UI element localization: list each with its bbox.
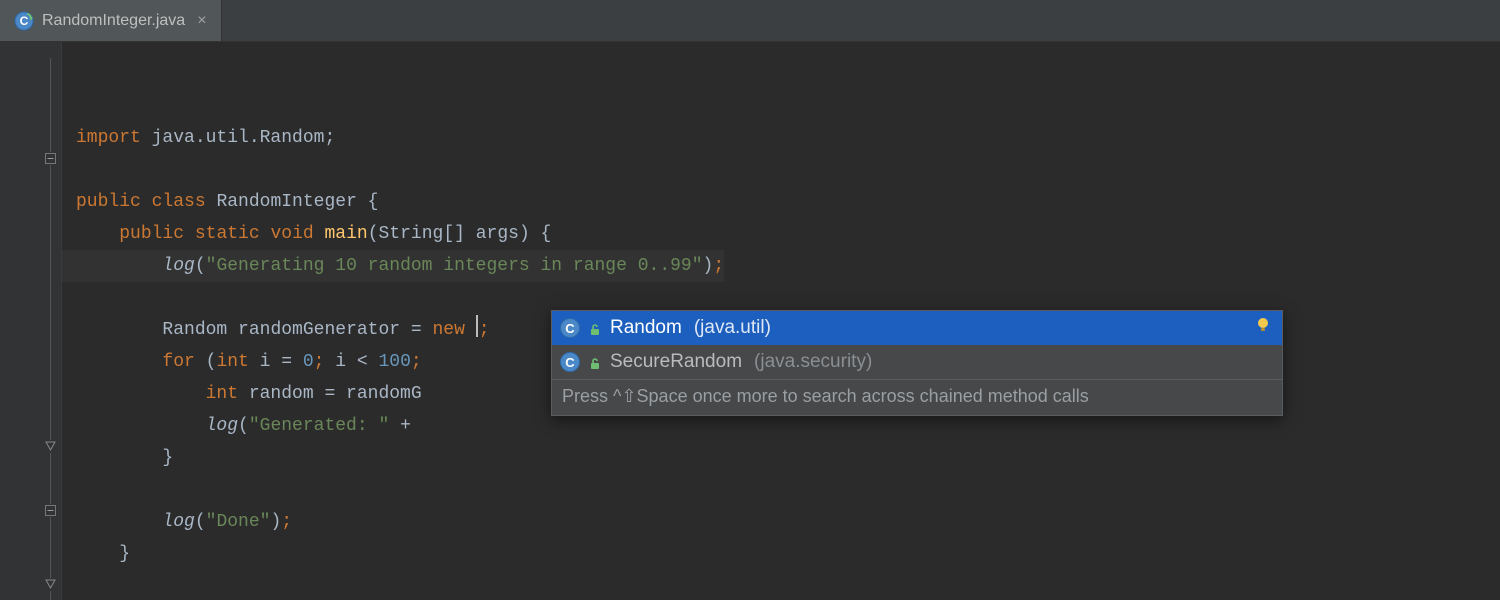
class-icon: C [560,352,580,372]
close-tab-icon[interactable]: × [193,12,206,30]
fold-toggle-icon[interactable] [44,504,57,517]
text-caret [476,315,478,337]
public-lock-icon [588,355,602,369]
gutter[interactable] [0,42,62,600]
completion-item[interactable]: C SecureRandom (java.security) [552,345,1282,379]
editor-tab[interactable]: C RandomInteger.java × [0,0,222,41]
code-completion-popup[interactable]: C Random (java.util) C SecureRandom (jav… [551,310,1283,416]
code-editor[interactable]: import java.util.Random; public class Ra… [0,42,1500,600]
java-class-file-icon: C [14,11,34,31]
completion-item-package: (java.security) [754,351,872,373]
completion-item-name: SecureRandom [610,351,742,373]
completion-hint: Press ^⇧Space once more to search across… [552,379,1282,415]
lightbulb-icon[interactable] [1254,316,1272,340]
class-icon: C [560,318,580,338]
public-lock-icon [588,321,602,335]
completion-item-name: Random [610,317,682,339]
fold-guide-line [50,58,51,600]
svg-text:C: C [20,14,29,28]
completion-item[interactable]: C Random (java.util) [552,311,1282,345]
fold-toggle-icon[interactable] [44,578,57,591]
fold-toggle-icon[interactable] [44,152,57,165]
completion-item-package: (java.util) [694,317,771,339]
tab-bar: C RandomInteger.java × [0,0,1500,42]
fold-toggle-icon[interactable] [44,440,57,453]
tab-filename: RandomInteger.java [42,12,185,30]
